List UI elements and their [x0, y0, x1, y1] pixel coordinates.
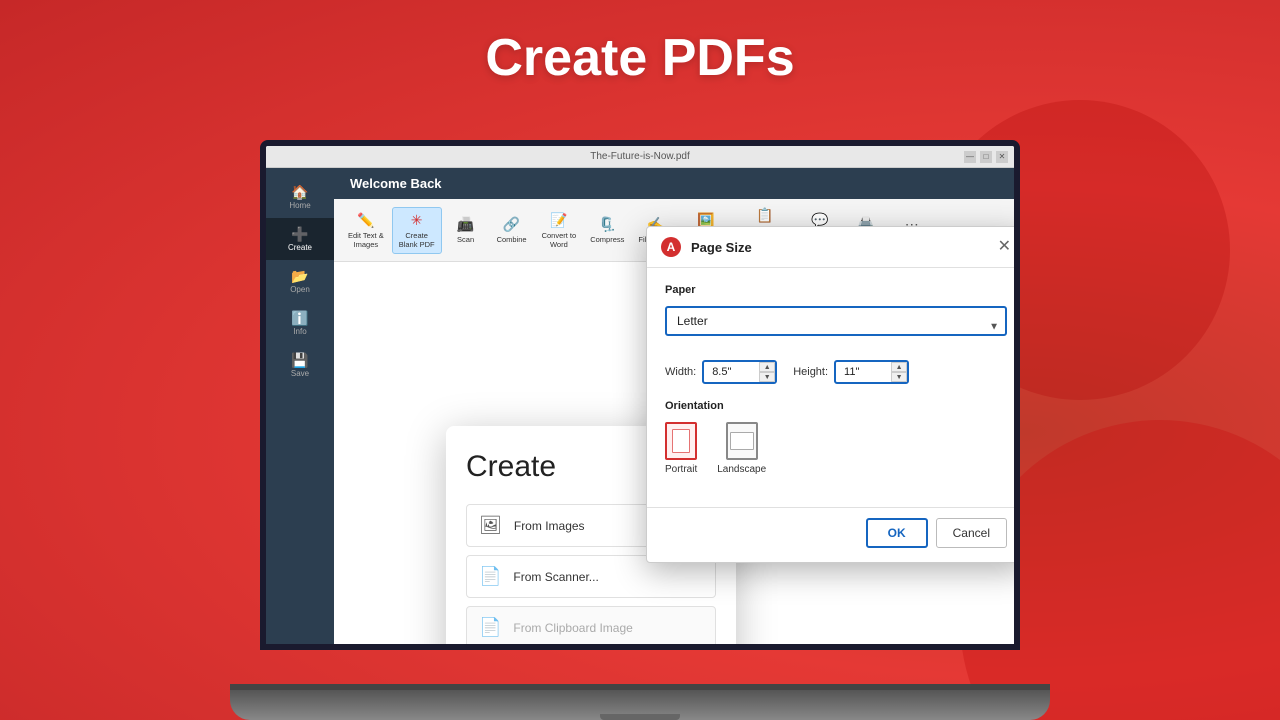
dialog-close-button[interactable]: ✕ [998, 239, 1011, 255]
minimize-button[interactable]: — [964, 151, 976, 163]
width-spinners: ▲ ▼ [759, 362, 775, 382]
laptop-notch [600, 714, 680, 720]
orientation-options: Portrait Landscape [665, 422, 1007, 475]
width-label: Width: [665, 366, 696, 378]
height-input-wrap: ▲ ▼ [834, 360, 909, 384]
laptop-base [230, 690, 1050, 720]
close-button[interactable]: ✕ [996, 151, 1008, 163]
paper-select-wrapper: Letter A4 Legal Custom ▼ [665, 306, 1007, 348]
orientation-label: Orientation [665, 400, 1007, 412]
cancel-button[interactable]: Cancel [936, 518, 1007, 548]
dialog-title: Page Size [691, 240, 988, 255]
window-title: The-Future-is-Now.pdf [590, 151, 689, 162]
portrait-inner [672, 429, 690, 453]
paper-size-select[interactable]: Letter A4 Legal Custom [665, 306, 1007, 336]
orientation-section: Orientation Portrait [665, 400, 1007, 475]
dialog-body: Paper Letter A4 Legal Custom ▼ Width: [647, 268, 1020, 507]
landscape-inner [730, 432, 754, 450]
page-size-dialog: A Page Size ✕ Paper Letter A4 Legal Cust… [646, 226, 1020, 563]
dialog-footer: OK Cancel [647, 507, 1020, 562]
height-increment-button[interactable]: ▲ [891, 362, 907, 372]
paper-section-label: Paper [665, 284, 1007, 296]
dimensions-row: Width: ▲ ▼ Height: [665, 360, 1007, 384]
laptop-screen: The-Future-is-Now.pdf — □ ✕ 🏠 Home ➕ [260, 140, 1020, 650]
width-increment-button[interactable]: ▲ [759, 362, 775, 372]
ok-button[interactable]: OK [866, 518, 928, 548]
height-group: Height: ▲ ▼ [793, 360, 909, 384]
width-decrement-button[interactable]: ▼ [759, 372, 775, 382]
landscape-icon [726, 422, 758, 460]
maximize-button[interactable]: □ [980, 151, 992, 163]
page-title: Create PDFs [485, 28, 794, 88]
portrait-icon [665, 422, 697, 460]
dialog-header: A Page Size ✕ [647, 227, 1020, 268]
window-controls: — □ ✕ [964, 151, 1008, 163]
dialog-overlay: A Page Size ✕ Paper Letter A4 Legal Cust… [266, 168, 1014, 644]
orientation-portrait[interactable]: Portrait [665, 422, 697, 475]
height-spinners: ▲ ▼ [891, 362, 907, 382]
orientation-landscape[interactable]: Landscape [717, 422, 766, 475]
width-input-wrap: ▲ ▼ [702, 360, 777, 384]
portrait-label: Portrait [665, 464, 697, 475]
laptop-frame: The-Future-is-Now.pdf — □ ✕ 🏠 Home ➕ [230, 140, 1050, 720]
height-decrement-button[interactable]: ▼ [891, 372, 907, 382]
width-group: Width: ▲ ▼ [665, 360, 777, 384]
title-bar: The-Future-is-Now.pdf — □ ✕ [266, 146, 1014, 168]
height-label: Height: [793, 366, 828, 378]
app-logo: A [661, 237, 681, 257]
landscape-label: Landscape [717, 464, 766, 475]
